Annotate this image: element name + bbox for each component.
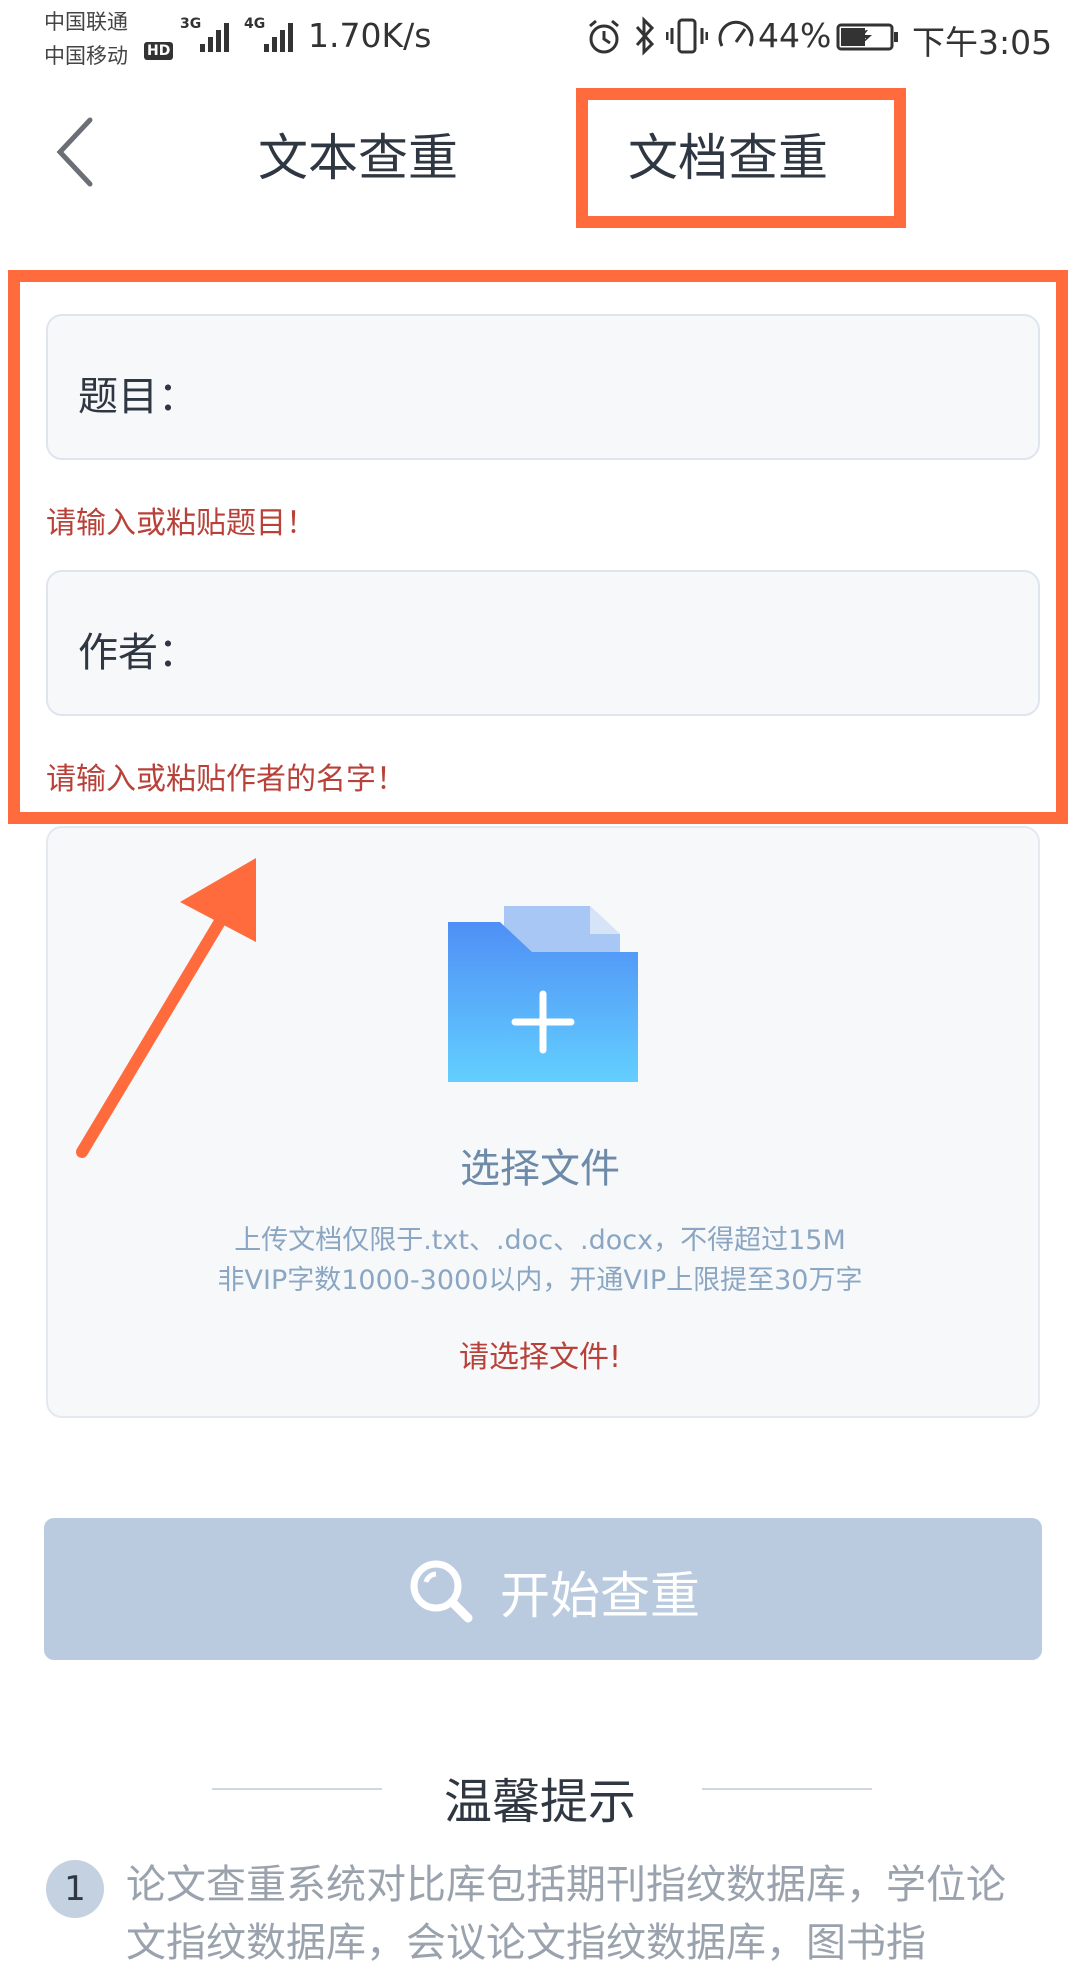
tips-divider-right bbox=[702, 1788, 872, 1790]
net-speed: 1.70K/s bbox=[308, 16, 432, 55]
start-check-label: 开始查重 bbox=[500, 1567, 700, 1625]
back-arrow-icon[interactable] bbox=[52, 112, 112, 192]
annotation-highlight-form bbox=[8, 270, 1068, 824]
tab-text-check[interactable]: 文本查重 bbox=[258, 118, 458, 190]
carrier-2: 中国移动 bbox=[44, 44, 128, 68]
battery-percent: 44% bbox=[758, 16, 832, 55]
clock: 下午3:05 bbox=[912, 23, 1053, 62]
upload-desc-line1: 上传文档仅限于.txt、.doc、.docx，不得超过15M bbox=[234, 1225, 846, 1256]
tips-title: 温馨提示 bbox=[443, 1774, 636, 1830]
start-check-button[interactable]: 开始查重 bbox=[44, 1518, 1042, 1660]
signal-icon bbox=[264, 23, 293, 52]
bluetooth-icon bbox=[635, 16, 655, 56]
file-required-hint: 请选择文件! bbox=[458, 1340, 622, 1375]
folder-add-icon[interactable] bbox=[448, 904, 640, 1084]
hd-badge: HD bbox=[144, 42, 174, 60]
vibrate-icon bbox=[666, 18, 708, 54]
alarm-icon bbox=[589, 19, 619, 54]
battery-charging-icon bbox=[836, 23, 898, 51]
search-icon bbox=[410, 1560, 473, 1623]
upload-desc-line2: 非VIP字数1000-3000以内，开通VIP上限提至30万字 bbox=[217, 1265, 863, 1296]
tip-number-badge: 1 bbox=[46, 1860, 104, 1918]
annotation-highlight-tab bbox=[576, 88, 906, 228]
signal-icon bbox=[200, 23, 229, 52]
tip-text: 论文查重系统对比库包括期刊指纹数据库，学位论文指纹数据库，会议论文指纹数据库，图… bbox=[126, 1862, 1006, 1966]
carrier-1: 中国联通 bbox=[44, 10, 128, 34]
annotation-arrow-icon bbox=[76, 858, 256, 1158]
speedometer-icon bbox=[718, 20, 754, 47]
status-bar: 中国联通 中国移动 HD 3G 4G 1.70K/s 44% 下午3:05 bbox=[0, 0, 1080, 75]
